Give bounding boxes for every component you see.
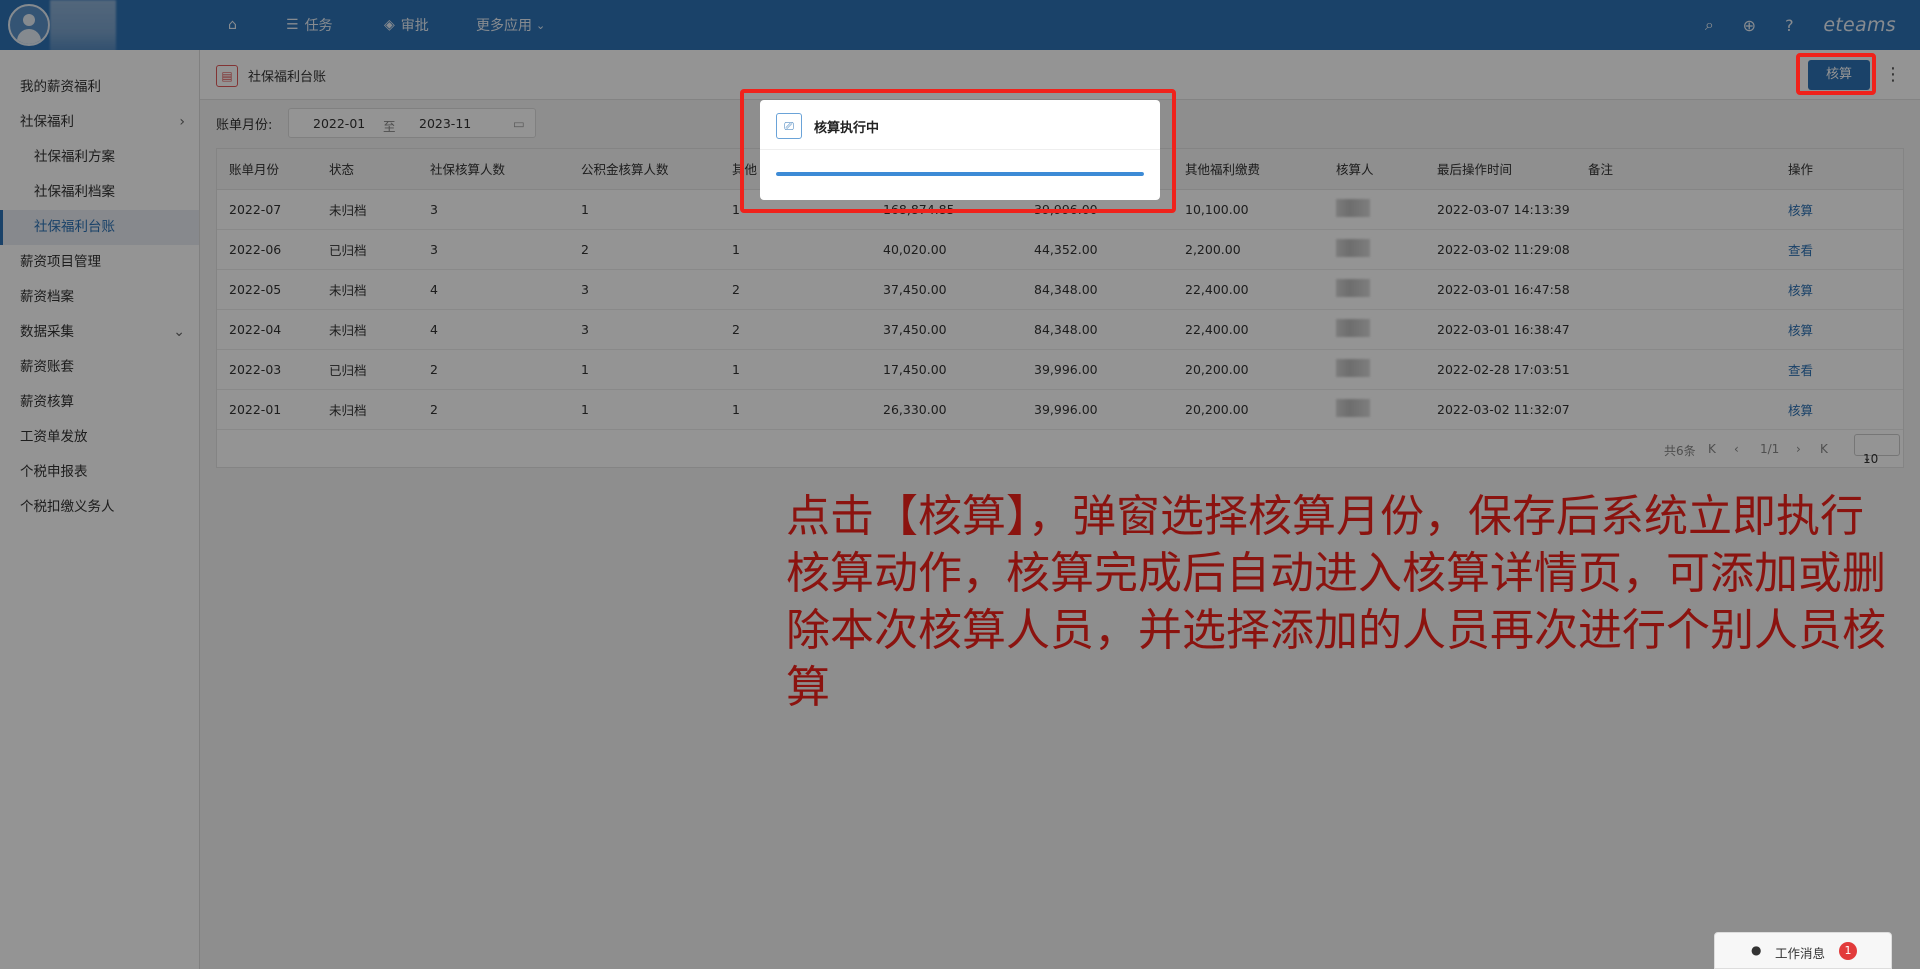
work-message-label: 工作消息 xyxy=(1775,946,1826,961)
unread-badge: 1 xyxy=(1839,942,1857,960)
chat-bubble-icon: ● xyxy=(1751,943,1762,957)
work-message-bar[interactable]: ● 工作消息 1 xyxy=(1714,932,1892,969)
highlight-box-modal xyxy=(740,89,1176,213)
highlight-box-calc-button xyxy=(1796,53,1876,95)
